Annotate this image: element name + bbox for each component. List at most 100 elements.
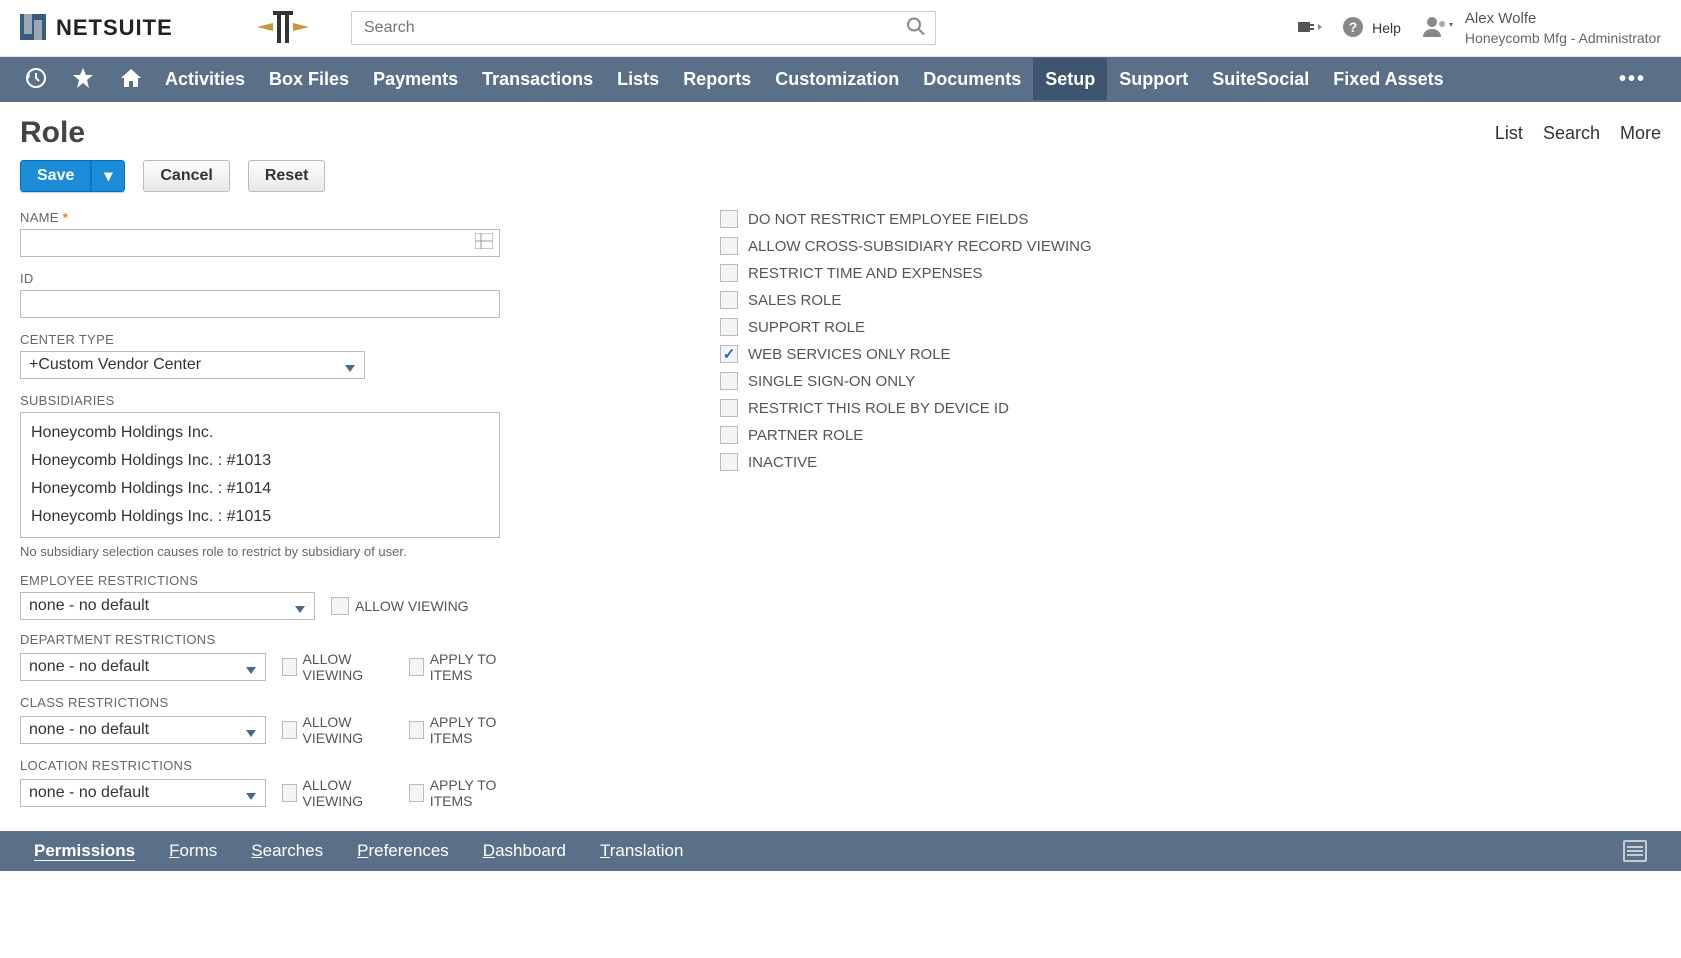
checkbox[interactable]: [720, 237, 738, 255]
expand-all-icon[interactable]: [1623, 840, 1647, 862]
emp-restrict-select[interactable]: none - no default: [20, 592, 315, 620]
checkbox[interactable]: [720, 372, 738, 390]
nav-transactions[interactable]: Transactions: [470, 58, 605, 100]
subsidiaries-list[interactable]: Honeycomb Holdings Inc.Honeycomb Holding…: [20, 412, 500, 538]
list-item[interactable]: Honeycomb Holdings Inc. : #1015: [21, 503, 499, 531]
record-picker-icon[interactable]: [475, 233, 493, 253]
header-right: ? Help Alex Wolfe Honeycomb Mfg - Admini…: [1296, 9, 1661, 47]
subsidiaries-help: No subsidiary selection causes role to r…: [20, 544, 520, 559]
sub-tab-dashboard[interactable]: Dashboard: [483, 841, 566, 861]
company-logo[interactable]: [255, 7, 311, 50]
chevron-down-icon: [294, 601, 306, 619]
checkbox-label: ALLOW CROSS-SUBSIDIARY RECORD VIEWING: [748, 238, 1092, 255]
search-icon[interactable]: [906, 17, 926, 40]
save-dropdown[interactable]: ▾: [91, 160, 125, 192]
checkbox-label: RESTRICT TIME AND EXPENSES: [748, 265, 983, 282]
nav-lists[interactable]: Lists: [605, 58, 671, 100]
nav-documents[interactable]: Documents: [911, 58, 1033, 100]
cancel-button[interactable]: Cancel: [143, 160, 229, 192]
page-action-list[interactable]: List: [1495, 123, 1523, 144]
list-item[interactable]: Honeycomb Holdings Inc. : #1013: [21, 447, 499, 475]
user-text: Alex Wolfe Honeycomb Mfg - Administrator: [1465, 9, 1661, 47]
checkbox-row: RESTRICT TIME AND EXPENSES: [720, 264, 1661, 282]
dept-apply-items-cb[interactable]: [409, 658, 424, 676]
checkbox[interactable]: [720, 264, 738, 282]
checkbox[interactable]: [720, 453, 738, 471]
sub-tab-searches[interactable]: Searches: [251, 841, 323, 861]
name-field[interactable]: [20, 229, 500, 257]
sub-tabs: Permissions Forms Searches Preferences Dashb…: [0, 831, 1681, 871]
list-item[interactable]: Honeycomb Holdings Inc.: [21, 419, 499, 447]
help-label: Help: [1372, 20, 1401, 36]
loc-restrict-select[interactable]: none - no default: [20, 779, 266, 807]
checkbox[interactable]: [720, 426, 738, 444]
chevron-down-icon: [245, 788, 257, 806]
nav-customization[interactable]: Customization: [763, 58, 911, 100]
reset-button[interactable]: Reset: [248, 160, 326, 192]
checkbox[interactable]: [720, 291, 738, 309]
subsidiaries-label: SUBSIDIARIES: [20, 393, 520, 408]
sub-tab-permissions[interactable]: Permissions: [34, 841, 135, 861]
checkbox[interactable]: [720, 399, 738, 417]
nav-suitesocial[interactable]: SuiteSocial: [1200, 58, 1321, 100]
help-block[interactable]: ? Help: [1342, 16, 1401, 41]
chevron-down-icon: [245, 662, 257, 680]
checkbox[interactable]: [720, 345, 738, 363]
svg-text:NETSUITE: NETSUITE: [56, 15, 173, 40]
history-icon[interactable]: [25, 67, 47, 92]
netsuite-logo[interactable]: NETSUITE: [20, 12, 190, 45]
emp-restrict-label: EMPLOYEE RESTRICTIONS: [20, 573, 520, 588]
sub-tab-forms[interactable]: Forms: [169, 841, 217, 861]
nav-activities[interactable]: Activities: [153, 58, 257, 100]
search-input[interactable]: [351, 11, 936, 45]
checkbox-row: RESTRICT THIS ROLE BY DEVICE ID: [720, 399, 1661, 417]
user-block[interactable]: Alex Wolfe Honeycomb Mfg - Administrator: [1421, 9, 1661, 47]
page-action-search[interactable]: Search: [1543, 123, 1600, 144]
nav-more-icon[interactable]: •••: [1619, 68, 1656, 91]
checkbox-label: PARTNER ROLE: [748, 427, 863, 444]
nav-box-files[interactable]: Box Files: [257, 58, 361, 100]
nav-fixed-assets[interactable]: Fixed Assets: [1321, 58, 1455, 100]
sub-tab-translation[interactable]: Translation: [600, 841, 683, 861]
center-type-label: CENTER TYPE: [20, 332, 520, 347]
dept-restrict-select[interactable]: none - no default: [20, 653, 266, 681]
checkbox-row: PARTNER ROLE: [720, 426, 1661, 444]
page-head: Role List Search More: [0, 102, 1681, 160]
plug-icon[interactable]: [1296, 16, 1322, 41]
user-name: Alex Wolfe: [1465, 9, 1661, 29]
nav-setup[interactable]: Setup: [1033, 58, 1107, 100]
checkbox-label: DO NOT RESTRICT EMPLOYEE FIELDS: [748, 211, 1028, 228]
class-allow-viewing-cb[interactable]: [282, 721, 297, 739]
class-restrict-label: CLASS RESTRICTIONS: [20, 695, 520, 710]
checkbox-label: RESTRICT THIS ROLE BY DEVICE ID: [748, 400, 1009, 417]
page-title: Role: [20, 116, 85, 150]
center-type-select[interactable]: +Custom Vendor Center: [20, 351, 365, 379]
home-icon[interactable]: [119, 67, 143, 92]
button-row: Save ▾ Cancel Reset: [0, 160, 1681, 210]
loc-restrict-label: LOCATION RESTRICTIONS: [20, 758, 520, 773]
loc-apply-items-cb[interactable]: [409, 784, 424, 802]
id-field[interactable]: [20, 290, 500, 318]
global-search: [351, 11, 936, 45]
sub-tab-preferences[interactable]: Preferences: [357, 841, 449, 861]
list-item[interactable]: Honeycomb Holdings Inc. : #1014: [21, 475, 499, 503]
loc-allow-viewing-cb[interactable]: [282, 784, 297, 802]
emp-allow-viewing-cb[interactable]: [331, 597, 349, 615]
save-button[interactable]: Save: [20, 160, 91, 192]
checkbox-row: DO NOT RESTRICT EMPLOYEE FIELDS: [720, 210, 1661, 228]
class-apply-items-cb[interactable]: [409, 721, 424, 739]
checkbox-row: SUPPORT ROLE: [720, 318, 1661, 336]
checkbox-label: SINGLE SIGN-ON ONLY: [748, 373, 915, 390]
page-action-more[interactable]: More: [1620, 123, 1661, 144]
checkbox[interactable]: [720, 210, 738, 228]
dept-restrict-label: DEPARTMENT RESTRICTIONS: [20, 632, 520, 647]
nav-payments[interactable]: Payments: [361, 58, 470, 100]
nav-support[interactable]: Support: [1107, 58, 1200, 100]
top-header: NETSUITE ? Help: [0, 0, 1681, 57]
class-restrict-select[interactable]: none - no default: [20, 716, 266, 744]
checkbox[interactable]: [720, 318, 738, 336]
nav-reports[interactable]: Reports: [671, 58, 763, 100]
dept-allow-viewing-cb[interactable]: [282, 658, 297, 676]
star-icon[interactable]: [72, 67, 94, 92]
page-actions: List Search More: [1495, 123, 1661, 144]
